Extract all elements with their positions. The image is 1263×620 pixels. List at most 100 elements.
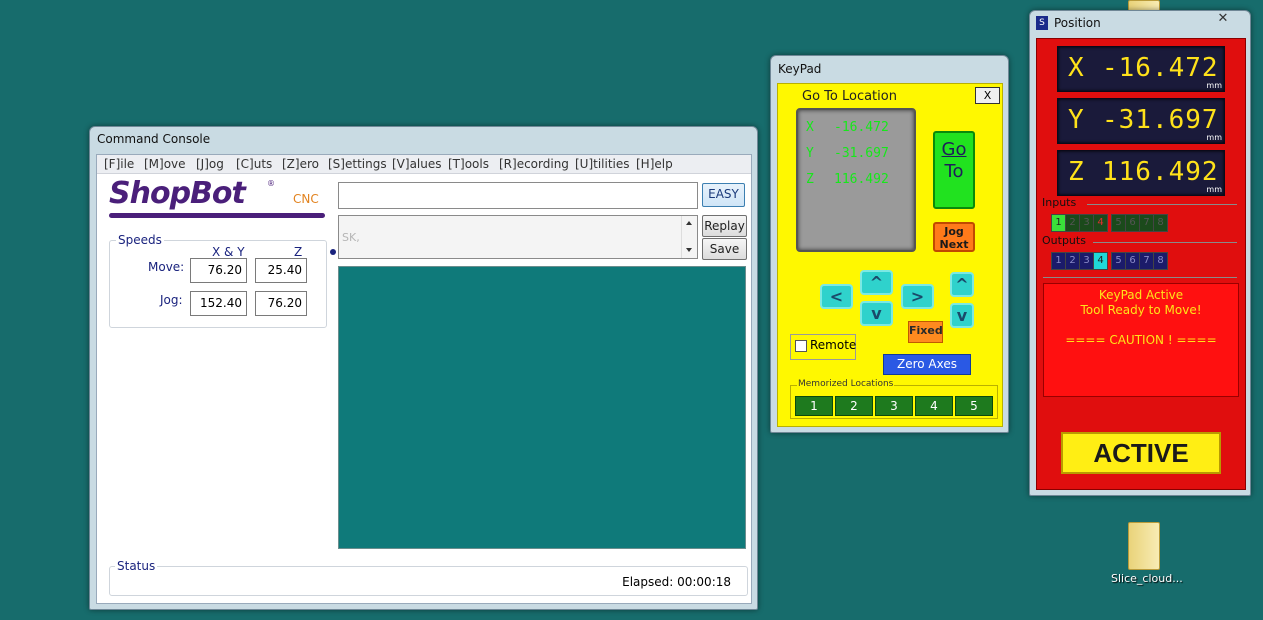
dro-z[interactable]: Z 116.492 mm xyxy=(1057,150,1225,196)
menu-help[interactable]: [H]elp xyxy=(636,157,673,171)
output-indicator: 7 xyxy=(1139,252,1154,270)
console-client: [F]ile [M]ove [J]og [C]uts [Z]ero [S]ett… xyxy=(96,154,752,604)
memorized-location-3-button[interactable]: 3 xyxy=(875,396,913,416)
remote-checkbox-group[interactable]: Remote xyxy=(790,334,856,360)
lcd-y-value: -31.697 xyxy=(834,146,889,161)
menu-cuts[interactable]: [C]uts xyxy=(236,157,272,171)
history-text: SK, xyxy=(342,231,360,244)
shopbot-logo: ShopBot xyxy=(109,176,246,211)
active-button[interactable]: ACTIVE xyxy=(1061,432,1221,474)
desktop-folder-icon[interactable] xyxy=(1128,522,1160,570)
elapsed-time: Elapsed: 00:00:18 xyxy=(622,575,731,589)
preview-area[interactable] xyxy=(338,266,746,549)
history-scrollbar[interactable] xyxy=(681,216,697,258)
jog-z-plus-button[interactable]: ^ xyxy=(950,272,974,297)
menu-tools[interactable]: [T]ools xyxy=(448,157,489,171)
col-z-label: Z xyxy=(294,245,303,259)
menu-recording[interactable]: [R]ecording xyxy=(499,157,569,171)
menu-bar: [F]ile [M]ove [J]og [C]uts [Z]ero [S]ett… xyxy=(97,155,751,174)
easy-button[interactable]: EASY xyxy=(702,183,745,207)
scroll-down-icon[interactable] xyxy=(686,248,692,252)
jog-z-minus-button[interactable]: v xyxy=(950,303,974,328)
menu-values[interactable]: [V]alues xyxy=(392,157,442,171)
jog-next-line1: Jog xyxy=(944,225,964,238)
dro-y-value: -31.697 xyxy=(1102,105,1219,135)
inputs-divider xyxy=(1087,204,1237,205)
status-message-box: KeyPad Active Tool Ready to Move! ==== C… xyxy=(1043,283,1239,397)
zero-axes-button[interactable]: Zero Axes xyxy=(883,354,971,375)
target-location-display[interactable]: X -16.472 Y -31.697 Z 116.492 xyxy=(796,108,916,252)
window-title: KeyPad xyxy=(778,62,822,76)
logo-cnc-text: CNC xyxy=(293,192,319,206)
command-input[interactable] xyxy=(338,182,698,209)
dro-z-value: 116.492 xyxy=(1102,157,1219,187)
move-xy-field[interactable]: 76.20 xyxy=(190,258,247,283)
dro-x[interactable]: X -16.472 mm xyxy=(1057,46,1225,92)
status-message-line1: KeyPad Active xyxy=(1098,288,1184,302)
output-indicator: 5 xyxy=(1111,252,1126,270)
history-pointer-icon xyxy=(330,249,336,255)
memorized-location-5-button[interactable]: 5 xyxy=(955,396,993,416)
col-xy-label: X & Y xyxy=(212,245,245,259)
position-close-button[interactable]: ✕ xyxy=(1206,11,1240,27)
remote-checkbox[interactable] xyxy=(795,340,807,352)
fixed-button[interactable]: Fixed xyxy=(908,321,943,343)
command-console-window: Command Console [F]ile [M]ove [J]og [C]u… xyxy=(89,126,758,610)
menu-settings[interactable]: [S]ettings xyxy=(328,157,387,171)
window-title: Position xyxy=(1054,16,1101,30)
position-window: S Position ✕ X -16.472 mm Y -31.697 mm Z 11… xyxy=(1029,10,1251,496)
input-indicator: 6 xyxy=(1125,214,1140,232)
menu-jog[interactable]: [J]og xyxy=(196,157,224,171)
lcd-x-row: X -16.472 xyxy=(806,120,889,135)
jog-xy-field[interactable]: 152.40 xyxy=(190,291,247,316)
dro-y[interactable]: Y -31.697 mm xyxy=(1057,98,1225,144)
position-client: X -16.472 mm Y -31.697 mm Z 116.492 mm Inpu… xyxy=(1036,38,1246,490)
menu-utilities[interactable]: [U]tilities xyxy=(575,157,630,171)
jog-x-plus-button[interactable]: > xyxy=(901,284,934,309)
outputs-divider xyxy=(1093,242,1237,243)
logo-registered-mark: ® xyxy=(267,179,275,188)
outputs-label: Outputs xyxy=(1042,234,1086,247)
dro-y-row: Y -31.697 xyxy=(1068,105,1218,135)
jog-x-minus-button[interactable]: < xyxy=(820,284,853,309)
goto-button[interactable]: Go To xyxy=(933,131,975,209)
dro-z-unit: mm xyxy=(1206,185,1222,194)
input-indicator: 5 xyxy=(1111,214,1126,232)
replay-button[interactable]: Replay xyxy=(702,215,747,237)
lcd-x-value: -16.472 xyxy=(834,120,889,135)
goto-line2: To xyxy=(944,161,964,182)
input-indicator: 2 xyxy=(1065,214,1080,232)
lcd-z-row: Z 116.492 xyxy=(806,172,889,187)
keypad-close-button[interactable]: X xyxy=(975,87,1000,104)
memorized-location-4-button[interactable]: 4 xyxy=(915,396,953,416)
jog-next-button[interactable]: Jog Next xyxy=(933,222,975,252)
lcd-y-row: Y -31.697 xyxy=(806,146,889,161)
menu-file[interactable]: [F]ile xyxy=(104,157,134,171)
command-history[interactable]: SK, xyxy=(338,215,698,259)
output-indicator: 8 xyxy=(1153,252,1168,270)
status-message-line2: Tool Ready to Move! xyxy=(1080,303,1202,317)
status-label: Status xyxy=(115,559,158,573)
jog-y-plus-button[interactable]: ^ xyxy=(860,270,893,295)
menu-zero[interactable]: [Z]ero xyxy=(282,157,319,171)
memorized-location-1-button[interactable]: 1 xyxy=(795,396,833,416)
lcd-y-label: Y xyxy=(806,146,814,161)
save-button[interactable]: Save xyxy=(702,238,747,260)
status-group: Status Elapsed: 00:00:18 xyxy=(109,559,748,596)
memorized-location-2-button[interactable]: 2 xyxy=(835,396,873,416)
lcd-z-label: Z xyxy=(806,172,814,187)
input-indicator: 4 xyxy=(1093,214,1108,232)
message-divider xyxy=(1043,277,1237,278)
menu-move[interactable]: [M]ove xyxy=(144,157,186,171)
jog-y-minus-button[interactable]: v xyxy=(860,301,893,326)
window-title: Command Console xyxy=(97,132,211,146)
scroll-up-icon[interactable] xyxy=(686,221,692,225)
jog-z-field[interactable]: 76.20 xyxy=(255,291,307,316)
keypad-window: KeyPad Go To Location X X -16.472 Y -31.69… xyxy=(770,55,1009,433)
keypad-client: Go To Location X X -16.472 Y -31.697 Z 116.… xyxy=(777,83,1003,427)
desktop-icon-label[interactable]: Slice_cloud... xyxy=(1111,572,1183,585)
dro-z-label: Z xyxy=(1068,157,1085,187)
dro-y-unit: mm xyxy=(1206,133,1222,142)
move-z-field[interactable]: 25.40 xyxy=(255,258,307,283)
dro-x-value: -16.472 xyxy=(1102,53,1219,83)
